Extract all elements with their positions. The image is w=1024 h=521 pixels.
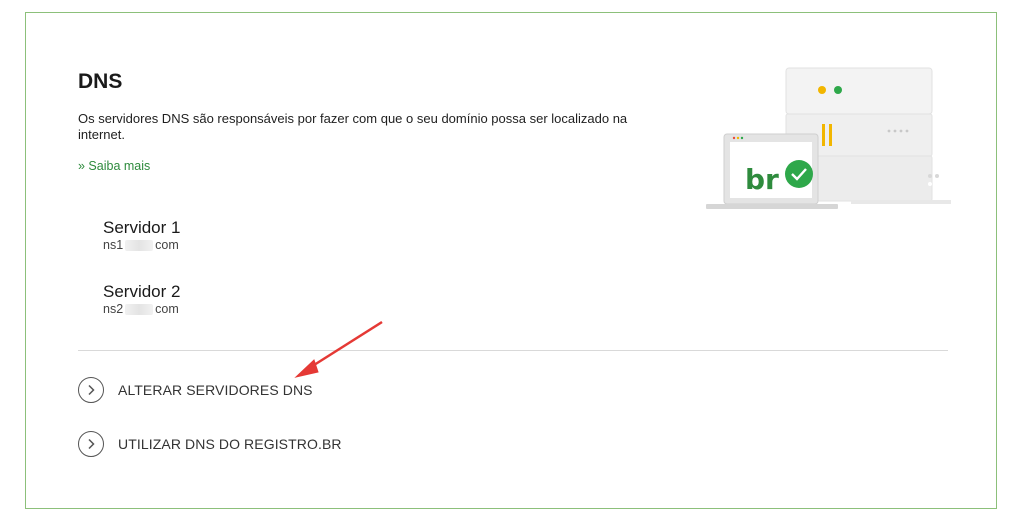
- redacted-text: [125, 304, 154, 315]
- divider: [78, 350, 948, 351]
- server-host: ns1 com: [103, 238, 180, 253]
- server-2: Servidor 2 ns2 com: [103, 282, 180, 317]
- server-name: Servidor 1: [103, 218, 181, 237]
- action-label: UTILIZAR DNS DO REGISTRO.BR: [118, 436, 342, 452]
- server-host-prefix: ns2: [103, 302, 124, 316]
- server-1: Servidor 1 ns1 com: [103, 218, 180, 253]
- page-title: DNS: [78, 70, 123, 93]
- dns-illustration: br: [706, 67, 951, 209]
- change-dns-servers-button[interactable]: ALTERAR SERVIDORES DNS: [78, 377, 313, 403]
- redacted-text: [125, 240, 154, 251]
- server-name: Servidor 2: [103, 282, 181, 301]
- dns-card: DNS Os servidores DNS são responsáveis p…: [25, 12, 997, 509]
- check-icon: [785, 160, 813, 188]
- server-host-suffix: com: [155, 238, 179, 252]
- laptop-icon: br: [706, 133, 838, 209]
- chevron-right-icon: [78, 431, 104, 457]
- server-host: ns2 com: [103, 302, 180, 317]
- server-host-prefix: ns1: [103, 238, 124, 252]
- dns-description: Os servidores DNS são responsáveis por f…: [78, 111, 628, 142]
- server-host-suffix: com: [155, 302, 179, 316]
- use-registro-dns-button[interactable]: UTILIZAR DNS DO REGISTRO.BR: [78, 431, 342, 457]
- action-label: ALTERAR SERVIDORES DNS: [118, 382, 313, 398]
- learn-more-link[interactable]: » Saiba mais: [78, 159, 150, 173]
- chevron-right-icon: [78, 377, 104, 403]
- br-logo: br: [745, 163, 779, 196]
